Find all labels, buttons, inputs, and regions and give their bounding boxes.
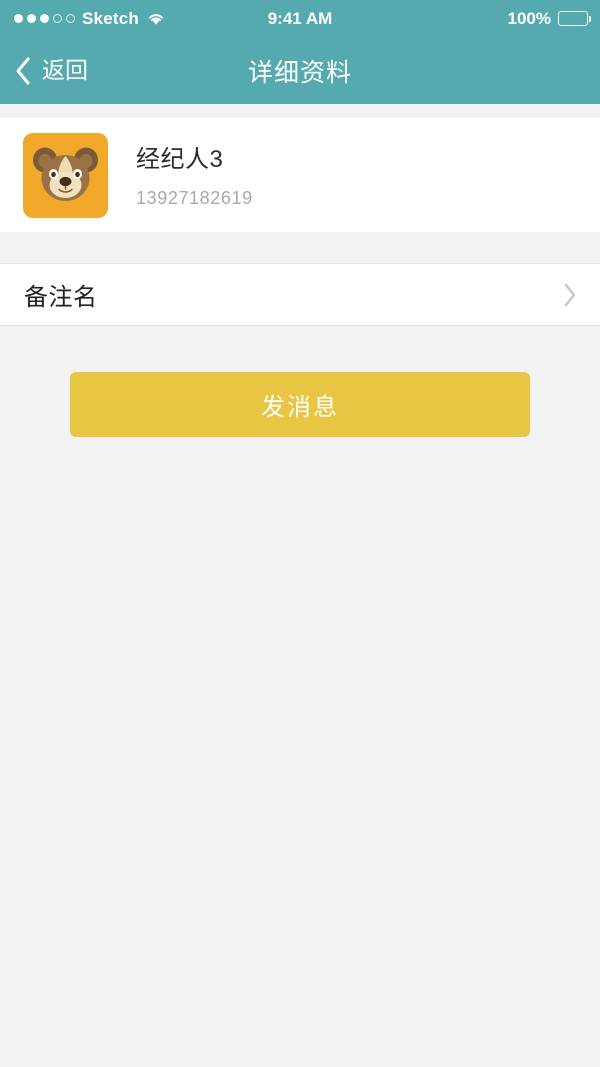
battery-nub — [588, 16, 591, 22]
avatar[interactable] — [23, 133, 108, 218]
status-bar-right: 100% — [507, 0, 591, 37]
battery-percent-label: 100% — [507, 8, 551, 28]
battery-full-icon — [558, 11, 591, 26]
profile-phone: 13927182619 — [136, 187, 253, 208]
status-bar: Sketch 9:41 AM 100% — [0, 0, 600, 37]
phone-screen: Sketch 9:41 AM 100% 返回 详细资料 经纪人3 1392718… — [0, 0, 600, 1067]
navigation-bar: 返回 详细资料 — [0, 37, 600, 104]
profile-text-block: 经纪人3 13927182619 — [136, 146, 253, 209]
profile-name: 经纪人3 — [136, 146, 224, 173]
profile-card[interactable]: 经纪人3 13927182619 — [0, 118, 600, 232]
page-filler — [0, 437, 600, 1067]
settings-row-nickname[interactable]: 备注名 — [0, 263, 600, 326]
settings-row-label: 备注名 — [24, 284, 98, 311]
send-message-button[interactable]: 发消息 — [70, 372, 530, 437]
bear-avatar-icon — [33, 147, 98, 201]
chevron-right-icon — [564, 283, 576, 306]
page-title: 详细资料 — [247, 58, 352, 87]
